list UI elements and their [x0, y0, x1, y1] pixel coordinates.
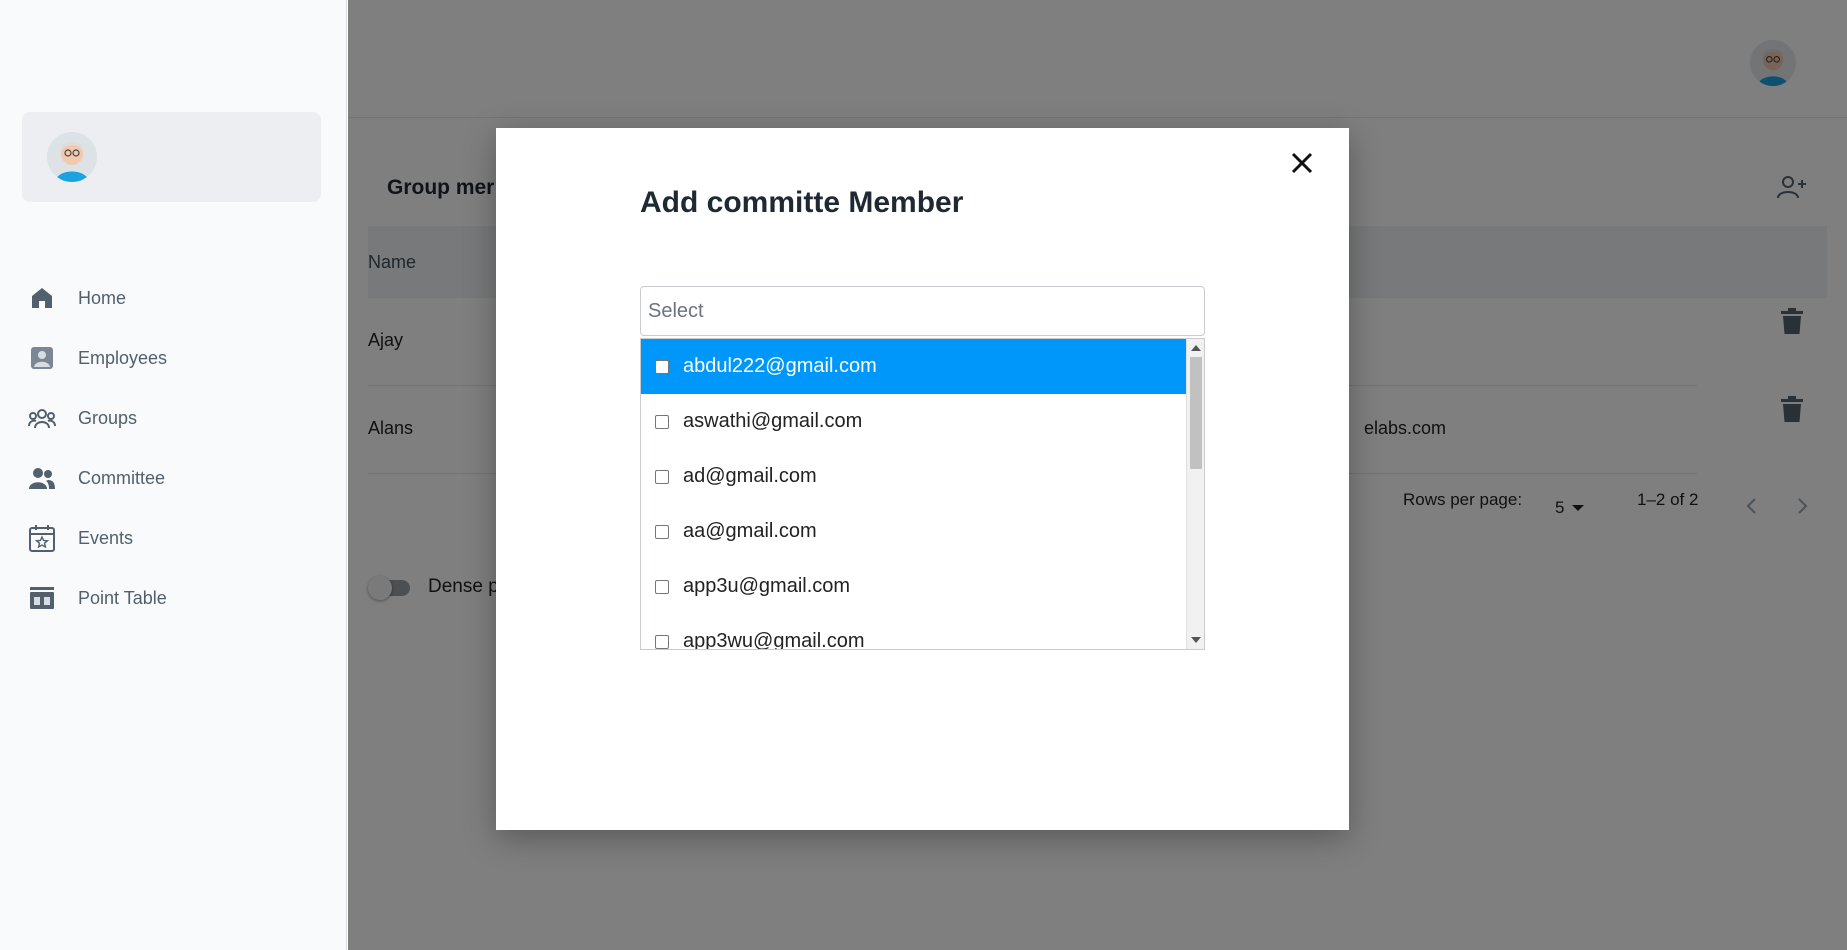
sidebar-item-label: Events [78, 527, 134, 548]
checkbox[interactable] [655, 414, 669, 429]
home-icon [28, 284, 56, 312]
listbox-scrollbar[interactable] [1186, 339, 1204, 649]
checkbox[interactable] [655, 469, 669, 484]
member-select-input[interactable] [640, 286, 1205, 336]
sidebar-item-point-table[interactable]: Point Table [0, 568, 347, 628]
checkbox[interactable] [655, 579, 669, 594]
list-item[interactable]: app3u@gmail.com [641, 559, 1187, 614]
sidebar-item-employees[interactable]: Employees [0, 328, 347, 388]
sidebar-item-committee[interactable]: Committee [0, 448, 347, 508]
add-committee-member-dialog: Add committe Member abdul222@gmail.com a… [496, 128, 1349, 830]
option-label: aa@gmail.com [683, 520, 817, 542]
member-listbox[interactable]: abdul222@gmail.com aswathi@gmail.com ad@… [640, 338, 1205, 650]
calendar-icon [28, 524, 56, 552]
employee-badge-icon [28, 344, 56, 372]
profile-card[interactable] [22, 112, 321, 202]
sidebar-item-label: Groups [78, 407, 138, 428]
option-label: aswathi@gmail.com [683, 410, 863, 432]
option-label: ad@gmail.com [683, 465, 817, 487]
dialog-title: Add committe Member [640, 186, 964, 219]
sidebar-item-home[interactable]: Home [0, 268, 347, 328]
list-item[interactable]: app3wu@gmail.com [641, 614, 1187, 650]
sidebar-item-groups[interactable]: Groups [0, 388, 347, 448]
close-icon[interactable] [1287, 148, 1317, 178]
list-item[interactable]: aa@gmail.com [641, 504, 1187, 559]
point-table-icon [28, 584, 56, 612]
sidebar-item-label: Point Table [78, 587, 167, 608]
sidebar-item-events[interactable]: Events [0, 508, 347, 568]
list-item[interactable]: ad@gmail.com [641, 449, 1187, 504]
checkbox[interactable] [655, 524, 669, 539]
groups-icon [28, 404, 56, 432]
sidebar-item-label: Employees [78, 347, 168, 368]
option-label: app3wu@gmail.com [683, 630, 865, 650]
checkbox[interactable] [655, 634, 669, 649]
committee-icon [28, 464, 56, 492]
list-item[interactable]: aswathi@gmail.com [641, 394, 1187, 449]
scroll-thumb[interactable] [1190, 357, 1202, 469]
scroll-up-arrow-icon[interactable] [1191, 345, 1201, 351]
sidebar-nav: Home Employees Groups Committee Events P… [0, 268, 347, 628]
option-label: abdul222@gmail.com [683, 355, 877, 377]
option-label: app3u@gmail.com [683, 575, 851, 597]
sidebar: Home Employees Groups Committee Events P… [0, 0, 347, 950]
avatar [47, 132, 97, 182]
sidebar-item-label: Committee [78, 467, 166, 488]
sidebar-item-label: Home [78, 287, 127, 308]
list-item[interactable]: abdul222@gmail.com [641, 339, 1187, 394]
scroll-down-arrow-icon[interactable] [1191, 637, 1201, 643]
checkbox[interactable] [655, 359, 669, 374]
